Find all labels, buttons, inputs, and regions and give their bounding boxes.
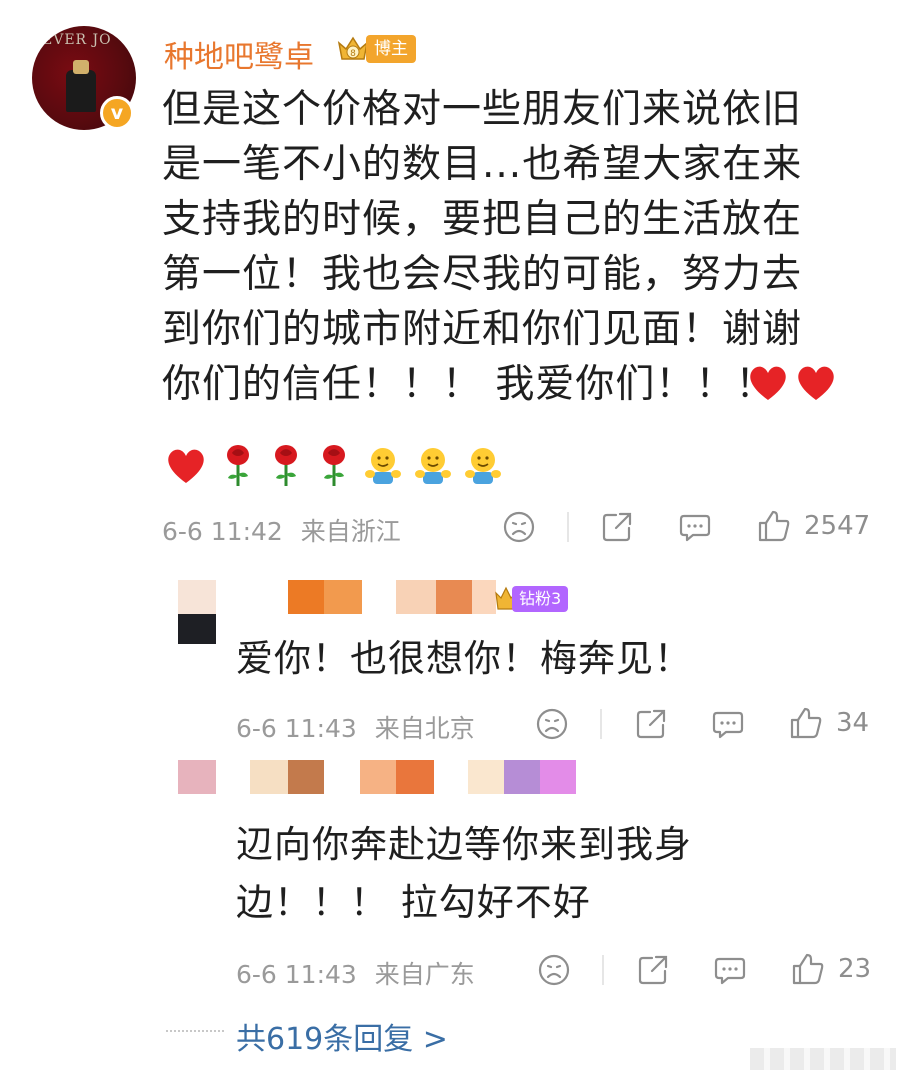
post-line: 但是这个价格对一些朋友们来说依旧 <box>162 87 803 132</box>
reply-username-blurred <box>504 760 540 794</box>
svg-text:8: 8 <box>350 49 356 59</box>
reply-text-line: 边！！！ 拉勾好不好 <box>236 881 591 924</box>
heart-emoji-icon <box>168 449 204 483</box>
reply-date: 6-6 11:43 <box>236 960 357 989</box>
reply-username-blurred <box>468 760 504 794</box>
reply-meta: 6-6 11:43 来自北京 <box>236 709 475 745</box>
watermark <box>750 1048 896 1070</box>
blogger-badge[interactable]: 8 博主 <box>336 32 416 66</box>
share-icon[interactable] <box>636 953 670 987</box>
reply-location: 来自广东 <box>374 960 475 989</box>
rose-emoji-icon <box>323 445 345 486</box>
hug-emoji-icon <box>465 448 501 484</box>
reply-text: 爱你！也很想你！梅奔见！ <box>236 637 692 680</box>
fan-badge-label: 钻粉3 <box>512 586 569 612</box>
blogger-badge-label: 博主 <box>366 35 416 63</box>
hug-emoji-icon <box>415 448 451 484</box>
hug-emoji-icon <box>365 448 401 484</box>
post-line-text: 你们的信任！！！ 我爱你们！！！ <box>162 362 776 407</box>
divider-dots <box>166 1030 224 1032</box>
reply-date: 6-6 11:43 <box>236 714 357 743</box>
like-thumb-icon[interactable] <box>788 705 824 741</box>
reply-location: 来自北京 <box>374 714 475 743</box>
like-count: 2547 <box>804 511 871 541</box>
crown-icon: 8 <box>337 36 369 60</box>
divider <box>600 709 602 739</box>
reply-username-blurred <box>396 760 434 794</box>
heart-emoji-icon <box>750 366 786 400</box>
post-line: 支持我的时候，要把自己的生活放在 <box>162 197 803 242</box>
like-count: 34 <box>836 708 870 738</box>
post-date: 6-6 11:42 <box>162 517 283 546</box>
avatar-figure <box>66 60 96 112</box>
reply-username-blurred <box>324 580 362 614</box>
dislike-face-icon[interactable] <box>535 707 569 741</box>
reply-meta: 6-6 11:43 来自广东 <box>236 955 475 991</box>
reply-username-blurred <box>360 760 396 794</box>
dislike-face-icon[interactable] <box>502 510 536 544</box>
comment-icon[interactable] <box>711 707 745 741</box>
heart-emoji-icon <box>798 366 834 400</box>
like-count: 23 <box>838 954 872 984</box>
reply-avatar-blurred[interactable] <box>178 760 216 794</box>
like-thumb-icon[interactable] <box>790 951 826 987</box>
post-line: 你们的信任！！！ 我爱你们！！！ <box>162 357 872 412</box>
emoji-row <box>164 442 502 490</box>
reply-text-line: 辺向你奔赴边等你来到我身 <box>236 823 692 866</box>
avatar-logo-text: EVER JO <box>42 32 112 48</box>
comment-icon[interactable] <box>678 510 712 544</box>
rose-emoji-icon <box>227 445 249 486</box>
fan-badge[interactable]: 钻粉3 <box>494 584 569 614</box>
reply-username-blurred <box>472 580 496 614</box>
reply-username-blurred <box>396 580 436 614</box>
share-icon[interactable] <box>600 510 634 544</box>
post-body: 但是这个价格对一些朋友们来说依旧 是一笔不小的数目...也希望大家在来 支持我的… <box>162 82 872 412</box>
reply-username-blurred <box>436 580 472 614</box>
username[interactable]: 种地吧鹭卓 <box>164 32 314 76</box>
reply-avatar-blurred <box>178 614 216 644</box>
post-line: 第一位！我也会尽我的可能，努力去 <box>162 252 803 297</box>
more-replies-link[interactable]: 共619条回复 > <box>236 1014 448 1058</box>
dislike-face-icon[interactable] <box>537 953 571 987</box>
post-location: 来自浙江 <box>300 517 401 546</box>
comment-icon[interactable] <box>713 953 747 987</box>
post-line: 是一笔不小的数目...也希望大家在来 <box>162 142 803 187</box>
reply-username-blurred[interactable] <box>250 760 288 794</box>
reply-body: 辺向你奔赴边等你来到我身 边！！！ 拉勾好不好 <box>236 816 692 932</box>
reply-username-blurred[interactable] <box>288 580 324 614</box>
reply-avatar-blurred[interactable] <box>178 580 216 614</box>
post-meta: 6-6 11:42 来自浙江 <box>162 512 401 548</box>
rose-emoji-icon <box>275 445 297 486</box>
divider <box>602 955 604 985</box>
verified-badge: v <box>100 96 134 130</box>
reply-username-blurred <box>288 760 324 794</box>
divider <box>567 512 569 542</box>
post-line: 到你们的城市附近和你们见面！谢谢 <box>162 307 803 352</box>
share-icon[interactable] <box>634 707 668 741</box>
like-thumb-icon[interactable] <box>756 508 792 544</box>
reply-username-blurred <box>540 760 576 794</box>
